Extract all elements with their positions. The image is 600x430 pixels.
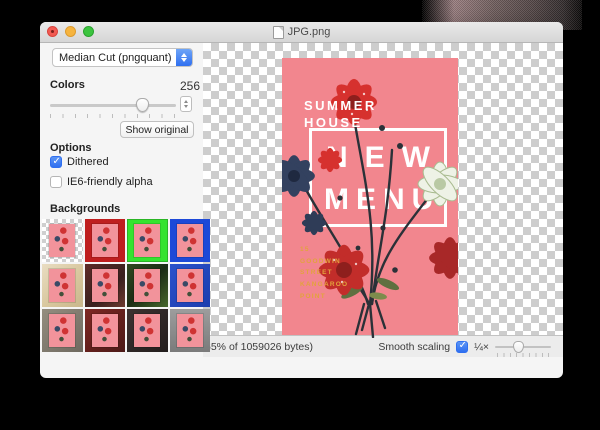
poster-heading: SUMMER HOUSE (304, 98, 377, 132)
poster-menu-word2: MENU (324, 185, 440, 215)
window-title-area: JPG.png (40, 22, 563, 42)
dithered-checkbox[interactable] (50, 156, 62, 168)
mini-poster-thumb (92, 314, 118, 347)
mini-poster-thumb (49, 269, 75, 302)
background-thumb-red[interactable] (85, 219, 126, 262)
mini-poster-thumb (134, 314, 160, 347)
window-content: Median Cut (pngquant) Colors 256 Show or… (40, 43, 563, 357)
background-thumb-dark-speckle-texture[interactable] (127, 309, 168, 352)
poster-address: 15 GOODWIN STREET KANGAROO POINT (300, 244, 348, 302)
mini-poster-thumb (134, 224, 160, 257)
backgrounds-label: Backgrounds (50, 203, 120, 215)
mini-poster-thumb (92, 269, 118, 302)
mini-poster-thumb (177, 269, 203, 302)
titlebar[interactable]: JPG.png (40, 22, 563, 43)
smooth-scaling-label: Smooth scaling (378, 341, 450, 353)
background-thumb-dark-maroon-texture[interactable] (85, 264, 126, 307)
background-thumb-gray-gradient[interactable] (170, 309, 211, 352)
dithered-option[interactable]: Dithered (50, 156, 109, 168)
colors-slider-thumb[interactable] (136, 98, 149, 112)
zoom-slider[interactable] (495, 340, 551, 354)
ie6-option[interactable]: IE6-friendly alpha (50, 176, 153, 188)
colors-stepper[interactable] (180, 96, 192, 112)
ie6-checkbox[interactable] (50, 176, 62, 188)
colors-slider[interactable] (50, 98, 176, 112)
background-thumb-cream-texture[interactable] (42, 264, 83, 307)
mini-poster-thumb (49, 314, 75, 347)
mini-poster-thumb (134, 269, 160, 302)
dithered-label: Dithered (67, 156, 109, 168)
smooth-scaling-checkbox[interactable] (456, 341, 468, 353)
zoom-slider-ticks (497, 353, 549, 357)
imagealpha-window: JPG.png Median Cut (pngquant) Colors 256… (40, 22, 563, 378)
options-label: Options (50, 142, 92, 154)
image-preview-area: NEW MENU (203, 43, 563, 357)
colors-slider-track[interactable] (50, 104, 176, 107)
zoom-level-label: ¼× (474, 341, 489, 353)
desktop: { "window": { "title": "JPG.png" }, "sid… (0, 0, 600, 430)
mini-poster-thumb (92, 224, 118, 257)
background-thumb-dark-red-texture[interactable] (85, 309, 126, 352)
mini-poster-thumb (49, 224, 75, 257)
quantizer-dropdown[interactable]: Median Cut (pngquant) (52, 48, 193, 67)
background-thumb-blue-texture[interactable] (170, 264, 211, 307)
background-thumb-foliage-photo[interactable] (127, 264, 168, 307)
ie6-label: IE6-friendly alpha (67, 176, 153, 188)
backgrounds-grid (42, 219, 210, 352)
poster-menu-word1: NEW (326, 143, 447, 173)
dropdown-stepper-icon (176, 49, 192, 66)
background-thumb-checkerboard[interactable] (42, 219, 83, 262)
quantizer-dropdown-value: Median Cut (pngquant) (53, 52, 176, 64)
background-thumb-green[interactable] (127, 219, 168, 262)
background-thumb-blue[interactable] (170, 219, 211, 262)
colors-slider-ticks (50, 114, 176, 118)
colors-value: 256 (160, 79, 200, 93)
mini-poster-thumb (177, 224, 203, 257)
zoom-slider-thumb[interactable] (513, 341, 524, 353)
document-icon (273, 26, 284, 39)
mini-poster-thumb (177, 314, 203, 347)
preview-image: NEW MENU (282, 58, 458, 338)
show-original-button[interactable]: Show original (120, 121, 194, 138)
sidebar: Median Cut (pngquant) Colors 256 Show or… (40, 43, 203, 357)
window-title: JPG.png (288, 26, 331, 38)
background-thumb-stone-photo[interactable] (42, 309, 83, 352)
colors-label: Colors (50, 79, 85, 91)
statusbar-right-controls: Smooth scaling ¼× (378, 340, 563, 354)
